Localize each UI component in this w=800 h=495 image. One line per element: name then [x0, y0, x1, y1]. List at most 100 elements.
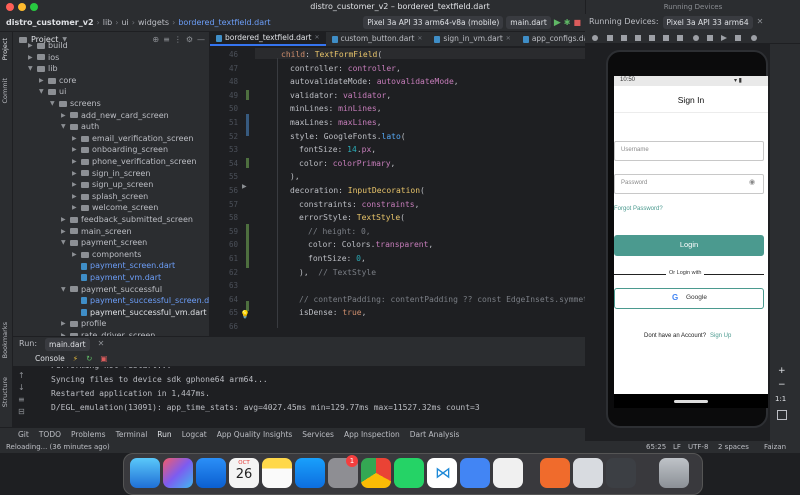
tree-item[interactable]: ▶ main_screen — [61, 226, 132, 238]
code-editor[interactable]: child: TextFormField(controller: control… — [255, 46, 585, 337]
minimize-window-button[interactable] — [18, 3, 26, 11]
console-tab[interactable]: Console — [35, 351, 65, 367]
tree-item[interactable]: ▶ ios — [28, 52, 59, 64]
tree-item[interactable]: payment_successful_screen.dart — [72, 295, 209, 307]
tree-item[interactable]: ▶ feedback_submitted_screen — [61, 214, 193, 226]
tree-item[interactable]: ▶ build — [28, 40, 68, 52]
password-field[interactable]: Password ◉ — [614, 174, 764, 194]
hot-restart-icon[interactable]: ↻ — [86, 351, 92, 367]
username-field[interactable]: Username — [614, 141, 764, 161]
sign-up-link[interactable]: Sign Up — [710, 333, 731, 339]
archive-utility-icon[interactable] — [573, 458, 603, 488]
tool-window-problems[interactable]: Problems — [71, 428, 106, 441]
tree-item[interactable]: ▶ add_new_card_screen — [61, 110, 169, 122]
fold-icon[interactable]: ▶ — [242, 183, 247, 190]
breadcrumb-ui[interactable]: ui — [121, 14, 128, 31]
stop-icon[interactable]: ■ — [573, 14, 581, 31]
tree-item[interactable]: ▶ welcome_screen — [72, 202, 158, 214]
tree-item[interactable]: payment_successful_vm.dart — [72, 307, 207, 319]
breadcrumb-file[interactable]: bordered_textfield.dart — [178, 14, 270, 31]
vscode-icon[interactable]: ⋈ — [427, 458, 457, 488]
debug-icon[interactable]: ✱ — [564, 14, 571, 31]
close-tab-icon[interactable]: ✕ — [506, 32, 511, 46]
breadcrumb-lib[interactable]: lib — [103, 14, 113, 31]
tree-item[interactable]: ▶ email_verification_screen — [72, 133, 194, 145]
simulator-icon[interactable] — [606, 458, 636, 488]
editor-tab[interactable]: custom_button.dart ✕ — [326, 32, 429, 46]
tree-item[interactable]: payment_screen.dart — [72, 260, 175, 272]
tree-item[interactable]: ▼ lib — [28, 63, 58, 75]
breadcrumb-widgets[interactable]: widgets — [138, 14, 169, 31]
console-output[interactable]: Performing hot restart... Syncing files t… — [13, 367, 585, 427]
run-icon[interactable]: ▶ — [554, 14, 561, 31]
tree-item[interactable]: ▼ auth — [61, 121, 99, 133]
minimize-icon[interactable]: — — [197, 32, 205, 47]
zoom-window-button[interactable] — [30, 3, 38, 11]
close-tab-icon[interactable]: ✕ — [417, 32, 422, 46]
tree-item[interactable]: payment_vm.dart — [72, 272, 161, 284]
calculator-icon[interactable] — [493, 458, 523, 488]
gear-icon[interactable]: ⚙ — [186, 32, 193, 47]
zoom-actual-button[interactable]: 1:1 — [775, 395, 786, 403]
eye-icon[interactable]: ◉ — [749, 178, 755, 186]
zoom-in-button[interactable]: + — [778, 366, 786, 376]
cursor-position[interactable]: 65:25 — [646, 441, 666, 453]
file-encoding[interactable]: UTF-8 — [688, 441, 708, 453]
close-icon[interactable]: ✕ — [98, 337, 105, 351]
tree-item[interactable]: ▶ core — [39, 75, 76, 87]
app-store-icon[interactable] — [295, 458, 325, 488]
tool-window-app-quality-insights[interactable]: App Quality Insights — [217, 428, 293, 441]
device-tab[interactable]: Pixel 3a API 33 arm64 — [662, 15, 753, 29]
forgot-password-link[interactable]: Forgot Password? — [614, 206, 663, 212]
home-handle[interactable] — [674, 400, 708, 403]
tool-window-run[interactable]: Run — [157, 428, 171, 441]
editor-tab[interactable]: app_configs.dart✕ — [517, 32, 585, 46]
collapse-icon[interactable]: ⊕ — [152, 32, 159, 47]
project-tool-tab[interactable]: Project — [1, 38, 9, 60]
system-settings-icon[interactable]: 1 — [328, 455, 358, 488]
user-name[interactable]: Faizan — [764, 441, 786, 453]
device-selector[interactable]: Pixel 3a API 33 arm64-v8a (mobile) — [363, 16, 504, 29]
tool-window-todo[interactable]: TODO — [39, 428, 61, 441]
xcode-icon[interactable] — [460, 458, 490, 488]
tree-item[interactable]: ▶ components — [72, 249, 141, 261]
bookmarks-tool-tab[interactable]: Bookmarks — [1, 322, 9, 358]
tree-item[interactable]: ▶ sign_up_screen — [72, 179, 153, 191]
zoom-out-button[interactable]: − — [778, 380, 786, 390]
run-config-tab[interactable]: main.dart — [45, 337, 90, 351]
commit-tool-tab[interactable]: Commit — [1, 78, 9, 104]
console-side-icons[interactable]: ↑ ↓ ≡ ⊟ — [18, 370, 30, 425]
tree-item[interactable]: ▶ rate_driver_screen — [61, 330, 155, 336]
project-name[interactable]: distro_customer_v2 — [6, 14, 94, 31]
safari-icon[interactable] — [196, 458, 226, 488]
hot-reload-icon[interactable]: ⚡ — [73, 351, 78, 367]
close-window-button[interactable] — [6, 3, 14, 11]
close-icon[interactable]: ✕ — [757, 14, 764, 30]
tree-item[interactable]: ▼ ui — [39, 86, 66, 98]
tool-window-terminal[interactable]: Terminal — [116, 428, 148, 441]
tree-item[interactable]: ▶ sign_in_screen — [72, 168, 150, 180]
structure-tool-tab[interactable]: Structure — [1, 377, 9, 407]
tool-window-logcat[interactable]: Logcat — [182, 428, 207, 441]
calendar-icon[interactable]: OCT 26 — [229, 458, 259, 488]
tool-window-git[interactable]: Git — [18, 428, 29, 441]
swift-icon[interactable] — [540, 458, 570, 488]
notes-icon[interactable] — [262, 458, 292, 488]
tool-window-dart-analysis[interactable]: Dart Analysis — [410, 428, 460, 441]
expand-icon[interactable]: ≡ — [163, 32, 170, 47]
tree-item[interactable]: ▼ payment_successful — [61, 284, 162, 296]
tree-item[interactable]: ▶ onboarding_screen — [72, 144, 168, 156]
login-button[interactable]: Login — [614, 235, 764, 256]
chrome-icon[interactable] — [361, 458, 391, 488]
tree-item[interactable]: ▼ payment_screen — [61, 237, 147, 249]
hide-icon[interactable]: ⋮ — [174, 32, 182, 47]
lightbulb-icon[interactable]: 💡 — [240, 310, 250, 319]
fit-screen-icon[interactable] — [777, 410, 787, 420]
tree-item[interactable]: ▶ splash_screen — [72, 191, 148, 203]
run-config-selector[interactable]: main.dart — [506, 16, 551, 29]
google-login-button[interactable]: G Google — [614, 288, 764, 309]
whatsapp-icon[interactable] — [394, 458, 424, 488]
close-tab-icon[interactable]: ✕ — [314, 32, 319, 45]
tool-window-app-inspection[interactable]: App Inspection — [344, 428, 400, 441]
indent-setting[interactable]: 2 spaces — [718, 441, 749, 453]
